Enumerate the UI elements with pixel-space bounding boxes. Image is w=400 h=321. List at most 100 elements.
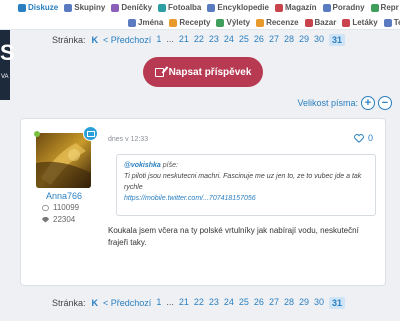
nav-item-bazar[interactable]: Bazar bbox=[304, 18, 337, 27]
author-likes-count: 22304 bbox=[42, 215, 75, 224]
avatar[interactable] bbox=[36, 133, 91, 188]
pagination-label: Stránka: bbox=[52, 298, 86, 308]
quote-text: Ti piloti jsou neskutecni machri. Fascin… bbox=[124, 173, 362, 191]
nav-item-jména[interactable]: Jména bbox=[128, 18, 163, 27]
nav-item-label: Deníčky bbox=[121, 3, 153, 12]
nav-item-diskuze[interactable]: Diskuze bbox=[18, 3, 58, 12]
pagination-page-link[interactable]: 29 bbox=[299, 297, 309, 309]
nav-item-label: Jména bbox=[138, 18, 164, 27]
nav-icon bbox=[64, 3, 73, 12]
pagination-page-link[interactable]: 29 bbox=[299, 34, 309, 46]
nav-item-recepty[interactable]: Recepty bbox=[169, 18, 210, 27]
pagination-ellipsis: ... bbox=[166, 297, 174, 307]
nav-icon bbox=[274, 3, 283, 12]
nav-icon bbox=[370, 3, 379, 12]
author-post-count: 110099 bbox=[42, 203, 79, 212]
pagination-page-link[interactable]: 28 bbox=[284, 297, 294, 309]
author-likes-value: 22304 bbox=[53, 215, 76, 224]
nav-icon bbox=[383, 18, 392, 27]
pagination-page-link[interactable]: 26 bbox=[254, 297, 264, 309]
avatar-image bbox=[36, 133, 91, 188]
nav-item-letáky[interactable]: Letáky bbox=[342, 18, 378, 27]
nav-item-výlety[interactable]: Výlety bbox=[216, 18, 250, 27]
nav-icon bbox=[169, 18, 178, 27]
pagination-page-link[interactable]: 1 bbox=[156, 297, 161, 309]
font-size-increase-button[interactable]: + bbox=[361, 96, 375, 110]
post-date: dnes v 12:33 bbox=[108, 136, 149, 143]
nav-item-fotoalba[interactable]: Fotoalba bbox=[158, 3, 201, 12]
font-size-control: Velikost písma: + − bbox=[297, 96, 392, 110]
quote-author[interactable]: @vokishka bbox=[124, 162, 161, 169]
nav-item-label: Magazín bbox=[284, 3, 317, 12]
pagination-bottom: Stránka: K < Předchozí 1... 21 22 23 24 25 26 2… bbox=[0, 297, 400, 309]
pagination-page-link[interactable]: 24 bbox=[224, 34, 234, 46]
pagination-pages: 1... 21 22 23 24 25 26 27 28 29 30 31 bbox=[156, 297, 350, 309]
nav-icon bbox=[322, 3, 331, 12]
pagination-page-link[interactable]: 24 bbox=[224, 297, 234, 309]
pagination-page-link[interactable]: 23 bbox=[209, 34, 219, 46]
nav-icon bbox=[304, 18, 313, 27]
forum-post: Anna766 110099 22304 dnes v 12:33 0 @vok… bbox=[20, 118, 386, 286]
like-button[interactable]: 0 bbox=[354, 133, 373, 143]
pagination-page-link[interactable]: 28 bbox=[284, 34, 294, 46]
pagination-page-link[interactable]: 30 bbox=[314, 34, 324, 46]
nav-item-label: Encyklopedie bbox=[217, 3, 269, 12]
nav-icon bbox=[216, 18, 225, 27]
pagination-page-link[interactable]: 26 bbox=[254, 34, 264, 46]
pagination-page-link[interactable]: 31 bbox=[329, 34, 346, 46]
nav-icon bbox=[342, 18, 351, 27]
font-size-decrease-button[interactable]: − bbox=[378, 96, 392, 110]
nav-item-label: Letáky bbox=[352, 18, 378, 27]
pagination-page-link[interactable]: 27 bbox=[269, 34, 279, 46]
pencil-square-icon bbox=[154, 67, 164, 77]
nav-item-encyklopedie[interactable]: Encyklopedie bbox=[207, 3, 269, 12]
nav-item-label: Recenze bbox=[266, 18, 299, 27]
nav-item-poradny[interactable]: Poradny bbox=[322, 3, 365, 12]
pagination-page-link[interactable]: 1 bbox=[156, 34, 161, 46]
font-size-label: Velikost písma: bbox=[297, 98, 358, 108]
online-status-icon bbox=[34, 131, 40, 137]
pagination-page-link[interactable]: 22 bbox=[194, 297, 204, 309]
top-navigation: Diskuze Skupiny Deníčky Fotoalba Encyklopedi… bbox=[0, 0, 400, 30]
nav-item-deníčky[interactable]: Deníčky bbox=[111, 3, 152, 12]
pagination-page-link[interactable]: 21 bbox=[179, 297, 189, 309]
nav-item-magazín[interactable]: Magazín bbox=[274, 3, 317, 12]
pagination-prev-link[interactable]: < Předchozí bbox=[103, 298, 151, 308]
pagination-pages: 1... 21 22 23 24 25 26 27 28 29 30 31 bbox=[156, 34, 350, 46]
nav-item-skupiny[interactable]: Skupiny bbox=[64, 3, 105, 12]
nav-icon bbox=[256, 18, 265, 27]
pagination-first-link[interactable]: K bbox=[92, 35, 99, 45]
nav-item-repr[interactable]: Repr bbox=[370, 3, 399, 12]
pagination-page-link[interactable]: 22 bbox=[194, 34, 204, 46]
pagination-ellipsis: ... bbox=[166, 34, 174, 44]
author-post-count-value: 110099 bbox=[53, 203, 80, 212]
pagination-first-link[interactable]: K bbox=[92, 298, 99, 308]
pagination-page-link[interactable]: 25 bbox=[239, 34, 249, 46]
pagination-page-link[interactable]: 23 bbox=[209, 297, 219, 309]
nav-item-label: Recepty bbox=[179, 18, 211, 27]
nav-item-label: Výlety bbox=[226, 18, 251, 27]
nav-item-recenze[interactable]: Recenze bbox=[256, 18, 299, 27]
write-post-label: Napsat příspěvek bbox=[168, 66, 252, 78]
like-count: 0 bbox=[367, 133, 373, 143]
pagination-prev-link[interactable]: < Předchozí bbox=[103, 35, 151, 45]
nav-item-label: Bazar bbox=[314, 18, 337, 27]
pagination-page-link[interactable]: 21 bbox=[179, 34, 189, 46]
nav-item-label: Diskuze bbox=[28, 3, 59, 12]
post-author[interactable]: Anna766 bbox=[46, 191, 82, 201]
nav-item-label: Repr bbox=[380, 3, 399, 12]
send-message-icon[interactable] bbox=[83, 126, 98, 141]
quote-said: píše: bbox=[162, 162, 178, 169]
nav-item-label: Fotoalba bbox=[168, 3, 202, 12]
nav-item-tes[interactable]: Tes bbox=[383, 18, 400, 27]
nav-icon bbox=[207, 3, 216, 12]
heart-outline-icon bbox=[354, 133, 364, 143]
pagination-page-link[interactable]: 27 bbox=[269, 297, 279, 309]
pagination-label: Stránka: bbox=[52, 35, 86, 45]
pagination-page-link[interactable]: 25 bbox=[239, 297, 249, 309]
write-post-button[interactable]: Napsat příspěvek bbox=[143, 57, 263, 87]
pagination-page-link[interactable]: 30 bbox=[314, 297, 324, 309]
pagination-page-link[interactable]: 31 bbox=[329, 297, 346, 309]
quote-link[interactable]: https://mobile.twitter.com/...7074181570… bbox=[124, 193, 368, 204]
nav-icon bbox=[128, 18, 136, 27]
